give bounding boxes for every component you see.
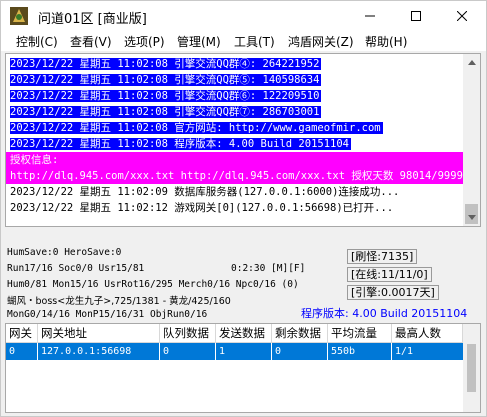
- log-scrollbar[interactable]: [463, 54, 480, 226]
- title-bar[interactable]: 问道01区 [商业版]: [1, 1, 486, 31]
- log-line: http://dlq.945.com/xxx.txt http://dlq.94…: [6, 168, 464, 184]
- uptime-status: 0:2:30 [M][F]: [231, 263, 306, 274]
- save-status: HumSave:0 HeroSave:0: [7, 247, 122, 258]
- gateway-table-header: 网关 网关地址 队列数据 发送数据 剩余数据 平均流量 最高人数: [6, 324, 463, 343]
- cell-sent: 1: [216, 343, 272, 360]
- scroll-thumb[interactable]: [467, 344, 476, 392]
- online-counter: [在线:11/11/0]: [347, 267, 432, 282]
- table-row[interactable]: 0 127.0.0.1:56698 0 1 0 550b 1/1: [6, 343, 463, 360]
- log-text: 2023/12/22 星期五 11:02:08 官方网站: http://www…: [10, 122, 383, 134]
- log-text: 2023/12/22 星期五 11:02:09 数据库服务器(127.0.0.1…: [10, 186, 400, 198]
- log-line: 2023/12/22 星期五 11:02:08 引擎交流QQ群④: 264221…: [10, 56, 322, 72]
- column-header-max-users[interactable]: 最高人数: [392, 324, 463, 343]
- app-logo-icon: [10, 7, 28, 25]
- column-header-queue[interactable]: 队列数据: [160, 324, 216, 343]
- column-header-remaining[interactable]: 剩余数据: [272, 324, 328, 343]
- menu-manage[interactable]: 管理(M): [177, 33, 221, 50]
- scroll-up-button[interactable]: [463, 54, 480, 71]
- menu-view[interactable]: 查看(V): [70, 33, 112, 50]
- boss-status: 蝴风・boss<龙生九子>,725/1381 - 黄龙/425/160: [7, 296, 231, 307]
- cell-gateway: 0: [6, 343, 38, 360]
- log-console[interactable]: 2023/12/22 星期五 11:02:08 引擎交流QQ群④: 264221…: [5, 53, 481, 227]
- menu-shield-gateway[interactable]: 鸿盾网关(Z): [288, 33, 354, 50]
- maximize-button[interactable]: [393, 1, 439, 31]
- minimize-button[interactable]: [347, 1, 393, 31]
- scroll-down-button[interactable]: [463, 209, 480, 226]
- human-status: Hum0/81 Mon15/16 UsrRot16/295 Merch0/16 …: [7, 279, 299, 290]
- engine-counter: [引擎:0.0017天]: [347, 285, 439, 300]
- cell-address: 127.0.0.1:56698: [38, 343, 160, 360]
- minimize-icon: [365, 15, 375, 17]
- gateway-table[interactable]: 网关 网关地址 队列数据 发送数据 剩余数据 平均流量 最高人数 0 127.0…: [5, 323, 481, 413]
- chevron-up-icon: [467, 60, 476, 65]
- column-header-address[interactable]: 网关地址: [38, 324, 160, 343]
- menu-options[interactable]: 选项(P): [124, 33, 165, 50]
- refresh-counter: [刷怪:7135]: [347, 249, 418, 264]
- menu-help[interactable]: 帮助(H): [365, 33, 407, 50]
- log-line: 2023/12/22 星期五 11:02:08 引擎交流QQ群⑤: 140598…: [10, 72, 322, 88]
- log-text: 2023/12/22 星期五 11:02:08 引擎交流QQ群⑦: 286703…: [10, 106, 322, 118]
- log-line: 2023/12/22 星期五 11:02:08 引擎交流QQ群⑥: 122209…: [10, 88, 322, 104]
- log-line: 2023/12/22 星期五 11:02:12 游戏网关[0](127.0.0.…: [10, 200, 393, 216]
- window-title: 问道01区 [商业版]: [38, 12, 147, 27]
- chevron-down-icon: [467, 215, 476, 220]
- menu-control[interactable]: 控制(C): [16, 33, 58, 50]
- close-icon: [457, 11, 467, 21]
- cell-avg-traffic: 550b: [328, 343, 392, 360]
- version-label: 程序版本: 4.00 Build 20151104: [301, 307, 468, 320]
- run-status: Run17/16 Soc0/0 Usr15/81: [7, 263, 145, 274]
- close-button[interactable]: [439, 1, 485, 31]
- log-text: 2023/12/22 星期五 11:02:08 程序版本: 4.00 Build…: [10, 138, 352, 150]
- cell-queue: 0: [160, 343, 216, 360]
- cell-remaining: 0: [272, 343, 328, 360]
- log-text: http://dlq.945.com/xxx.txt http://dlq.94…: [6, 168, 464, 184]
- server-window: 问道01区 [商业版] 控制(C) 查看(V) 选项(P) 管理(M) 工具(T…: [0, 0, 487, 417]
- log-line: 2023/12/22 星期五 11:02:08 官方网站: http://www…: [10, 120, 383, 136]
- log-text: 2023/12/22 星期五 11:02:08 引擎交流QQ群④: 264221…: [10, 58, 322, 70]
- column-header-gateway[interactable]: 网关: [6, 324, 38, 343]
- log-text: 授权信息:: [6, 152, 464, 168]
- column-header-sent[interactable]: 发送数据: [216, 324, 272, 343]
- menu-tools[interactable]: 工具(T): [234, 33, 275, 50]
- gateway-scrollbar[interactable]: [463, 324, 480, 412]
- log-line: 2023/12/22 星期五 11:02:08 引擎交流QQ群⑦: 286703…: [10, 104, 322, 120]
- log-line: 授权信息:: [6, 152, 464, 168]
- log-line: 2023/12/22 星期五 11:02:08 程序版本: 4.00 Build…: [10, 136, 352, 152]
- monster-status: MonG0/14/16 MonP15/16/31 ObjRun0/16: [7, 309, 208, 320]
- cell-max-users: 1/1: [395, 346, 414, 357]
- log-text: 2023/12/22 星期五 11:02:08 引擎交流QQ群⑤: 140598…: [10, 74, 322, 86]
- log-line: 2023/12/22 星期五 11:02:09 数据库服务器(127.0.0.1…: [10, 184, 399, 200]
- log-text: 2023/12/22 星期五 11:02:12 游戏网关[0](127.0.0.…: [10, 202, 394, 214]
- log-text: 2023/12/22 星期五 11:02:08 引擎交流QQ群⑥: 122209…: [10, 90, 322, 102]
- column-header-avg-traffic[interactable]: 平均流量: [328, 324, 392, 343]
- menu-bar: 控制(C) 查看(V) 选项(P) 管理(M) 工具(T) 鸿盾网关(Z) 帮助…: [1, 31, 486, 51]
- status-panel: HumSave:0 HeroSave:0 Run17/16 Soc0/0 Usr…: [5, 231, 483, 323]
- maximize-icon: [411, 11, 421, 21]
